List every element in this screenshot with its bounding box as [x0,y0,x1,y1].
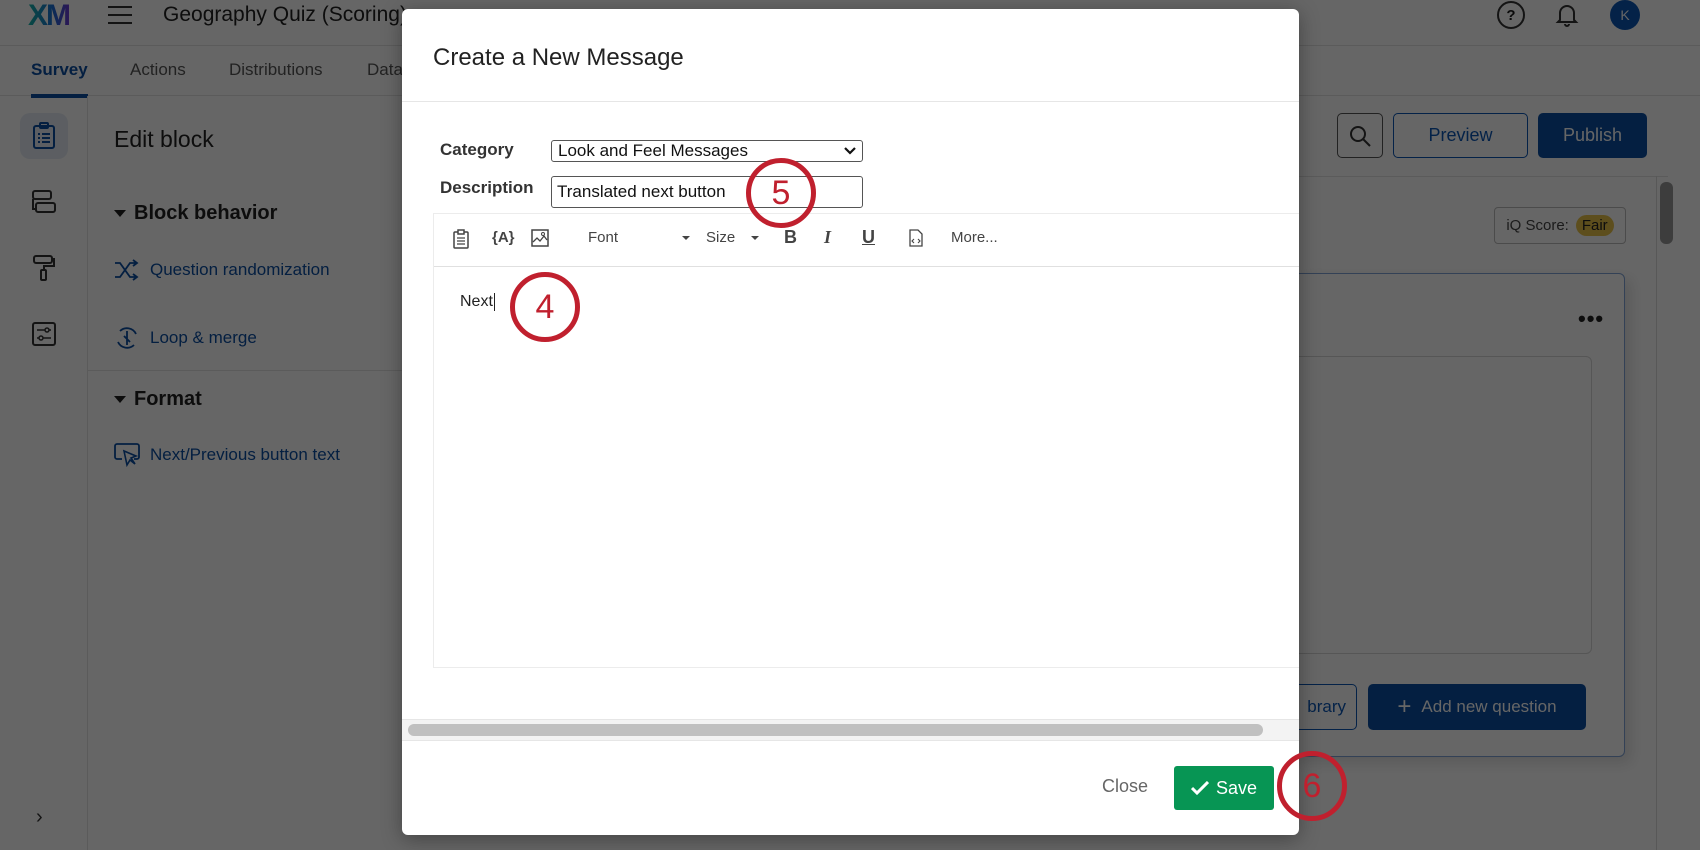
save-button[interactable]: Save [1174,766,1274,810]
insert-image-icon[interactable] [531,229,549,247]
dropdown-caret-icon [682,235,691,240]
more-options-button[interactable]: More... [951,229,998,246]
close-button[interactable]: Close [1102,776,1148,797]
editor-toolbar: {A} Font Size B I U More... [434,214,1299,267]
size-dropdown[interactable]: Size [706,229,760,246]
checkmark-icon [1190,781,1209,795]
editor-text: Next [460,293,495,311]
dialog-title: Create a New Message [433,44,684,71]
horizontal-scrollbar[interactable] [408,724,1263,736]
piped-text-icon[interactable]: {A} [492,229,515,246]
chevron-down-icon [844,147,856,155]
bold-icon[interactable]: B [784,227,797,248]
dropdown-caret-icon [751,235,760,240]
font-dropdown[interactable]: Font [588,229,691,246]
category-label: Category [440,140,514,159]
step-5-annotation: 5 [746,158,816,228]
description-label: Description [440,178,534,197]
category-select[interactable]: Look and Feel Messages [551,140,863,162]
dialog-header-divider [402,101,1299,102]
description-input[interactable] [551,176,863,208]
italic-icon[interactable]: I [824,227,831,248]
step-4-annotation: 4 [510,272,580,342]
horizontal-scroll-track [402,719,1299,741]
underline-icon[interactable]: U [862,227,875,248]
source-code-icon[interactable] [909,229,923,247]
step-6-annotation: 6 [1277,751,1347,821]
paste-clipboard-icon[interactable] [453,229,469,249]
create-message-dialog: Create a New Message Category Look and F… [402,9,1299,835]
